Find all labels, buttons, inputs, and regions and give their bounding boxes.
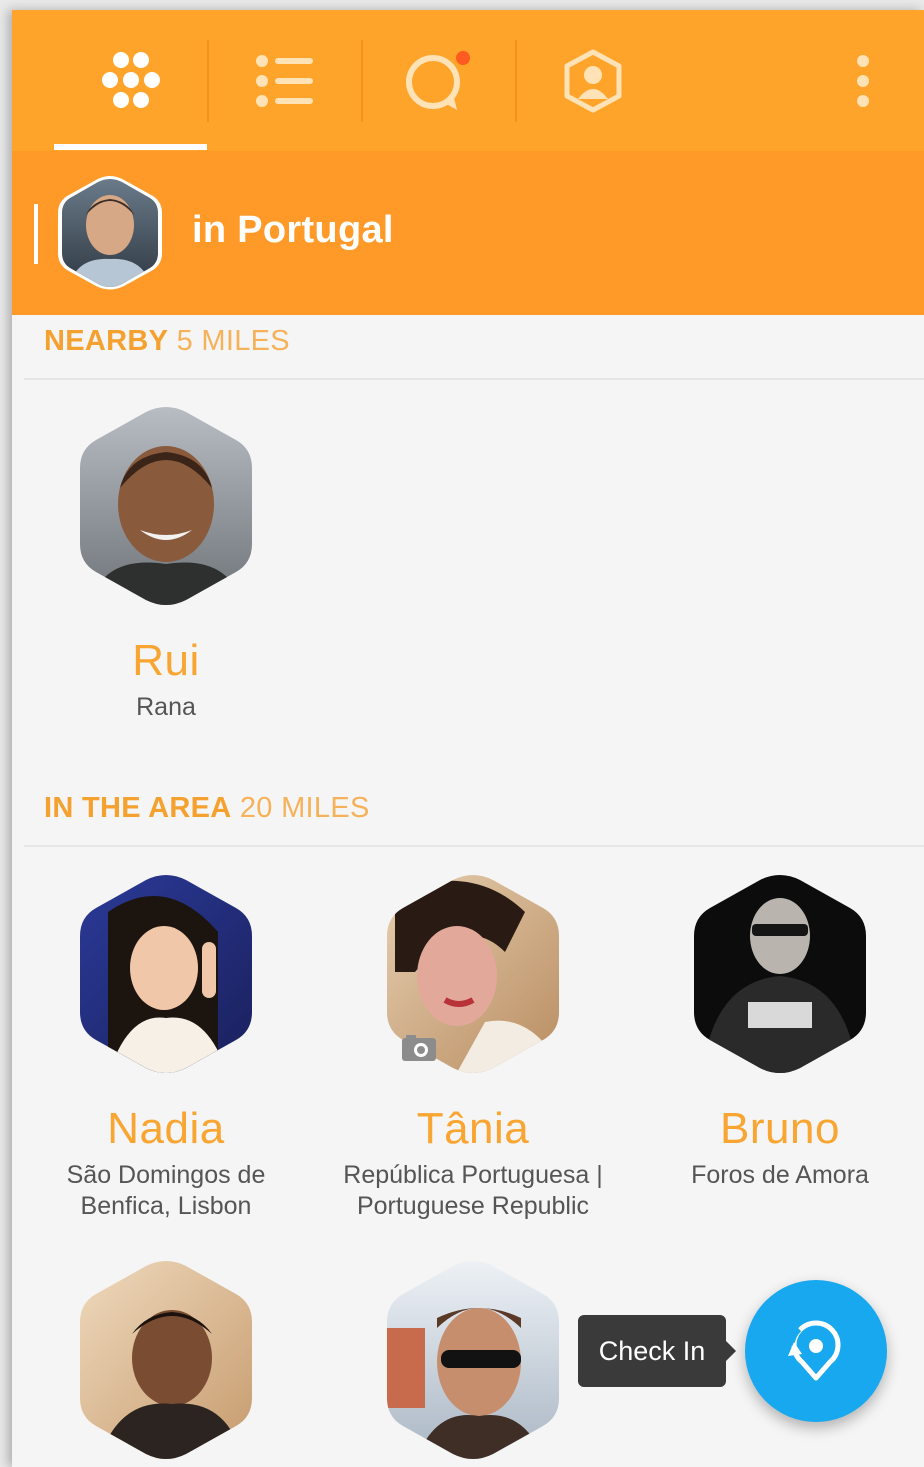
tab-bar [12, 10, 924, 151]
section-header-nearby: NEARBY 5 MILES [44, 325, 290, 358]
chat-bubble-icon [405, 50, 470, 110]
tab-messages[interactable] [362, 10, 515, 151]
tooltip-arrow [724, 1339, 736, 1363]
person-card[interactable]: Bruno Foros de Amora [630, 872, 924, 1191]
tab-list[interactable] [208, 10, 361, 151]
location-header: in Portugal [12, 151, 924, 315]
honeycomb-icon [101, 51, 160, 108]
person-avatar [387, 1261, 559, 1459]
section-header-area: IN THE AREA 20 MILES [44, 792, 370, 825]
person-location: Foros de Amora [691, 1161, 869, 1189]
person-card[interactable]: Tânia República Portuguesa | Portuguese … [323, 872, 623, 1222]
section-distance: 5 MILES [176, 325, 290, 357]
list-icon [255, 54, 313, 107]
more-vertical-icon [857, 55, 869, 107]
camera-icon [402, 1035, 436, 1061]
person-name: Rui [132, 636, 200, 685]
check-in-pin-icon [785, 1320, 841, 1381]
tab-nearby[interactable] [54, 10, 207, 151]
person-avatar [80, 407, 252, 605]
profile-hexagon-icon [564, 49, 621, 112]
section-distance: 20 MILES [239, 792, 370, 824]
section-label: IN THE AREA [44, 792, 232, 824]
person-name: Bruno [720, 1104, 840, 1153]
tab-profile[interactable] [516, 10, 669, 151]
person-avatar [80, 1261, 252, 1459]
divider [24, 845, 924, 847]
app-screen: in Portugal NEARBY 5 MILES Rui Rana IN T… [12, 10, 924, 1467]
check-in-button[interactable] [745, 1280, 887, 1422]
divider [24, 378, 924, 380]
person-location: Rana [136, 693, 196, 721]
location-title: in Portugal [192, 209, 394, 251]
section-label: NEARBY [44, 325, 169, 357]
person-name: Nadia [107, 1104, 225, 1153]
person-card[interactable]: Nadia São Domingos de Benfica, Lisbon [16, 872, 316, 1222]
location-marker [34, 204, 38, 264]
avatar-photo [58, 176, 162, 290]
check-in-tooltip: Check In [578, 1315, 726, 1387]
person-name: Tânia [416, 1104, 530, 1153]
selected-tab-indicator [54, 144, 207, 150]
overflow-menu-button[interactable] [838, 40, 888, 122]
person-avatar [80, 875, 252, 1073]
person-location: São Domingos de Benfica, Lisbon [66, 1161, 266, 1220]
person-card[interactable]: Rui Rana [16, 404, 316, 723]
notification-dot [455, 50, 470, 65]
person-avatar [694, 875, 866, 1073]
my-avatar[interactable] [54, 175, 166, 291]
person-location: República Portuguesa | Portuguese Republ… [343, 1161, 603, 1220]
person-card[interactable] [16, 1258, 316, 1467]
